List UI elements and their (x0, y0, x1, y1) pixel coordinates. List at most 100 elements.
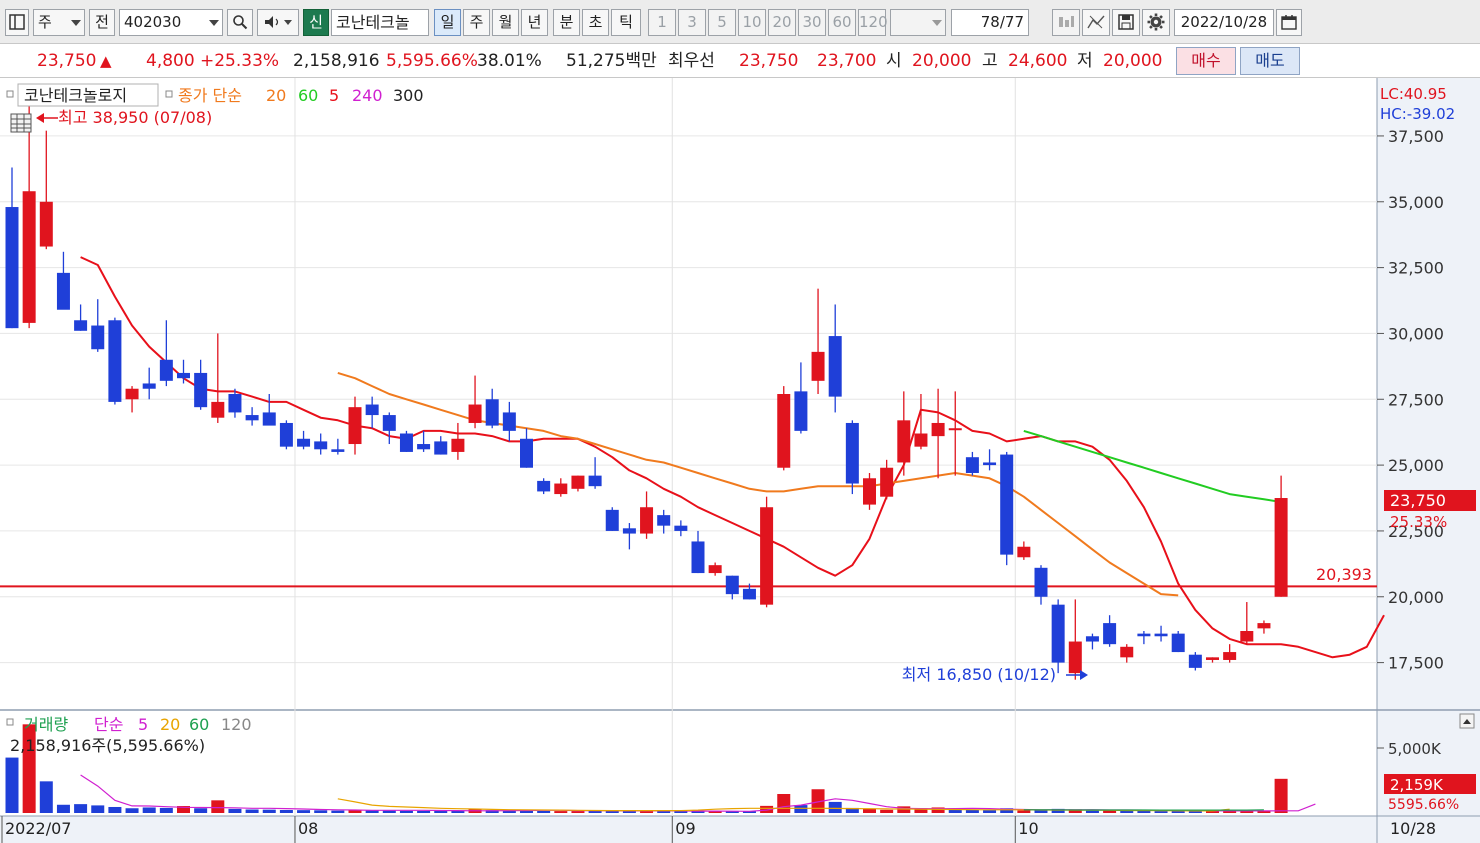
ma-legend-60: 60 (298, 86, 318, 105)
candle-body (520, 438, 533, 468)
candle-body (451, 438, 465, 452)
volume-bar (142, 807, 156, 813)
high-annotation-text: 최고 38,950 (07/08) (58, 108, 212, 127)
low-price: 20,000 (1103, 51, 1163, 71)
candle-body (760, 507, 774, 605)
prev-button[interactable]: 전 (89, 9, 115, 36)
y-tick-label: 17,500 (1388, 654, 1444, 673)
candle-body (56, 272, 70, 310)
search-icon[interactable] (227, 9, 253, 36)
layout-icon[interactable] (5, 9, 29, 36)
period-tick-tab[interactable]: 틱 (611, 9, 641, 36)
interval-1-button[interactable]: 1 (648, 9, 676, 36)
volume-bar (331, 810, 345, 813)
hc-label: HC:-39.02 (1380, 105, 1455, 123)
period-week-tab[interactable]: 주 (463, 9, 490, 36)
x-tick-label: 2022/07 (5, 819, 71, 838)
stock-name-field[interactable]: 코난테크놀 (331, 9, 429, 36)
gear-icon[interactable] (1142, 9, 1170, 36)
date-input[interactable]: 2022/10/28 (1174, 9, 1274, 36)
ma-legend-5: 5 (329, 86, 339, 105)
save-icon[interactable] (1112, 9, 1140, 36)
x-tick-label: 10 (1018, 819, 1038, 838)
market-type-select[interactable]: 주 (33, 9, 85, 36)
volume-bar (159, 807, 173, 813)
candle-body (142, 383, 156, 389)
grid-icon[interactable] (1052, 9, 1080, 36)
candle-body (228, 394, 242, 413)
candle-body (931, 422, 945, 437)
candle-body (1017, 546, 1031, 558)
stock-legend-name: 코난테크놀로지 (24, 86, 127, 105)
candle-body (777, 394, 791, 468)
x-axis-last-date: 10/28 (1390, 819, 1436, 838)
interval-3-button[interactable]: 3 (678, 9, 706, 36)
volume-bar (434, 810, 448, 813)
volume-info: 2,158,916주(5,595.66%) (10, 736, 205, 755)
candle-body (314, 441, 328, 450)
candle-body (1274, 498, 1288, 597)
y-tick-label: 30,000 (1388, 324, 1444, 343)
volume-panel-collapse-icon[interactable] (1459, 713, 1475, 729)
crosshair-icon[interactable] (1082, 9, 1110, 36)
trade-amount: 51,275백만 (566, 51, 657, 71)
candle-body (1206, 657, 1219, 660)
y-tick-label: 27,500 (1388, 390, 1444, 409)
calendar-icon[interactable] (1276, 9, 1302, 36)
candle-body (1171, 633, 1185, 653)
candle-body (588, 475, 602, 487)
candle-body (674, 525, 688, 531)
sound-icon[interactable] (257, 9, 299, 36)
volume-bar (125, 808, 139, 813)
volume-current-pct: 5595.66% (1388, 797, 1459, 813)
volume-bar (279, 809, 293, 813)
top-toolbar: 주 전 402030 신 코난테크놀 일 주 월 년 분 초 틱 1 3 5 1… (0, 0, 1480, 44)
price-change-pct: +25.33% (200, 51, 280, 71)
candle-body (5, 207, 19, 329)
volume-bar (794, 805, 808, 813)
period-year-tab[interactable]: 년 (521, 9, 548, 36)
volume-legend-title: 거래량 (24, 715, 68, 734)
candle-body (39, 201, 53, 247)
price-y-axis: 17,50020,00022,50025,00027,50030,00032,5… (1377, 127, 1444, 673)
stock-code-input[interactable]: 402030 (119, 9, 223, 36)
ma-legend-240: 240 (352, 86, 383, 105)
candle-body (365, 404, 379, 416)
high-price: 24,600 (1008, 51, 1068, 71)
period-minute-tab[interactable]: 분 (553, 9, 580, 36)
volume-bar (262, 809, 276, 813)
buy-button[interactable]: 매수 (1176, 47, 1236, 75)
interval-120-button[interactable]: 120 (858, 9, 888, 36)
candle-body (194, 372, 208, 408)
candlestick-chart[interactable]: 17,50020,00022,50025,00027,50030,00032,5… (0, 78, 1480, 843)
open-price: 20,000 (912, 51, 972, 71)
open-label: 시 (886, 51, 902, 71)
candle-body (1103, 623, 1117, 645)
volume-ma-120: 120 (221, 715, 252, 734)
period-month-tab[interactable]: 월 (492, 9, 519, 36)
volume-bar (5, 757, 19, 813)
interval-30-button[interactable]: 30 (798, 9, 826, 36)
period-second-tab[interactable]: 초 (582, 9, 609, 36)
turnover-rate: 38.01% (477, 51, 542, 71)
interval-20-button[interactable]: 20 (768, 9, 796, 36)
candle-body (399, 433, 413, 452)
candle-body (983, 462, 997, 466)
data-table-icon[interactable] (10, 113, 32, 133)
period-day-tab[interactable]: 일 (434, 9, 461, 36)
volume-bar (314, 810, 328, 813)
interval-5-button[interactable]: 5 (708, 9, 736, 36)
volume-bar (1137, 810, 1151, 813)
candle-body (211, 401, 225, 418)
lc-label: LC:40.95 (1380, 85, 1447, 103)
sell-button[interactable]: 매도 (1240, 47, 1300, 75)
market-type-value: 주 (38, 13, 52, 31)
volume-bar (399, 810, 413, 813)
high-label: 고 (982, 51, 998, 71)
interval-select[interactable] (890, 9, 946, 36)
candle-body (485, 399, 499, 426)
interval-10-button[interactable]: 10 (738, 9, 766, 36)
data-count-field[interactable]: 78/77 (951, 9, 1029, 36)
candle-body (1085, 636, 1099, 642)
interval-60-button[interactable]: 60 (828, 9, 856, 36)
